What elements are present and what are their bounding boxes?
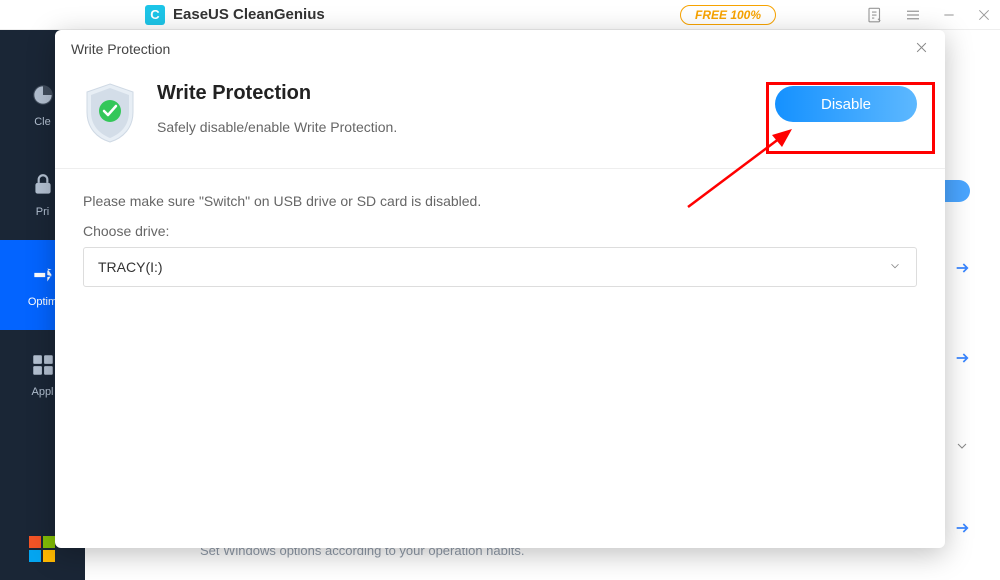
modal-heading: Write Protection: [157, 82, 397, 105]
arrow-right-icon[interactable]: [954, 350, 970, 366]
titlebar: C EaseUS CleanGenius FREE 100%: [0, 0, 1000, 30]
modal-description: Safely disable/enable Write Protection.: [157, 119, 397, 135]
modal-header-text: Write Protection Safely disable/enable W…: [157, 82, 397, 135]
app-logo: C: [145, 5, 165, 25]
optimization-icon: [30, 262, 56, 288]
disable-button[interactable]: Disable: [775, 86, 917, 122]
modal-title: Write Protection: [71, 41, 170, 57]
menu-icon[interactable]: [904, 6, 922, 24]
sidebar-item-label: Cle: [34, 116, 51, 128]
minimize-icon[interactable]: [942, 8, 956, 22]
modal-titlebar: Write Protection: [55, 30, 945, 68]
close-icon[interactable]: [976, 7, 992, 23]
modal-close-button[interactable]: [914, 40, 929, 58]
feedback-icon[interactable]: [866, 6, 884, 24]
app-window: C EaseUS CleanGenius FREE 100% Cle Pri: [0, 0, 1000, 580]
arrow-right-icon[interactable]: [954, 260, 970, 276]
choose-drive-label: Choose drive:: [83, 223, 917, 239]
modal-body: Please make sure "Switch" on USB drive o…: [55, 169, 945, 311]
titlebar-controls: [866, 6, 992, 24]
cleanup-icon: [30, 82, 56, 108]
sidebar-item-label: Optim: [28, 296, 57, 308]
close-icon: [914, 40, 929, 55]
instruction-text: Please make sure "Switch" on USB drive o…: [83, 193, 917, 209]
shield-icon: [83, 82, 137, 144]
free-badge[interactable]: FREE 100%: [680, 5, 776, 25]
write-protection-modal: Write Protection Write Protection Safely…: [55, 30, 945, 548]
selected-drive-value: TRACY(I:): [98, 259, 163, 275]
arrow-right-icon[interactable]: [954, 520, 970, 536]
app-title: EaseUS CleanGenius: [173, 6, 325, 23]
sidebar-item-label: Appl: [31, 386, 53, 398]
chevron-down-icon[interactable]: [954, 438, 970, 454]
drive-select[interactable]: TRACY(I:): [83, 247, 917, 287]
sidebar-item-label: Pri: [36, 206, 49, 218]
windows-logo-icon: [29, 536, 55, 562]
modal-header: Write Protection Safely disable/enable W…: [55, 68, 945, 169]
privacy-icon: [30, 172, 56, 198]
chevron-down-icon: [888, 259, 902, 276]
application-icon: [30, 352, 56, 378]
